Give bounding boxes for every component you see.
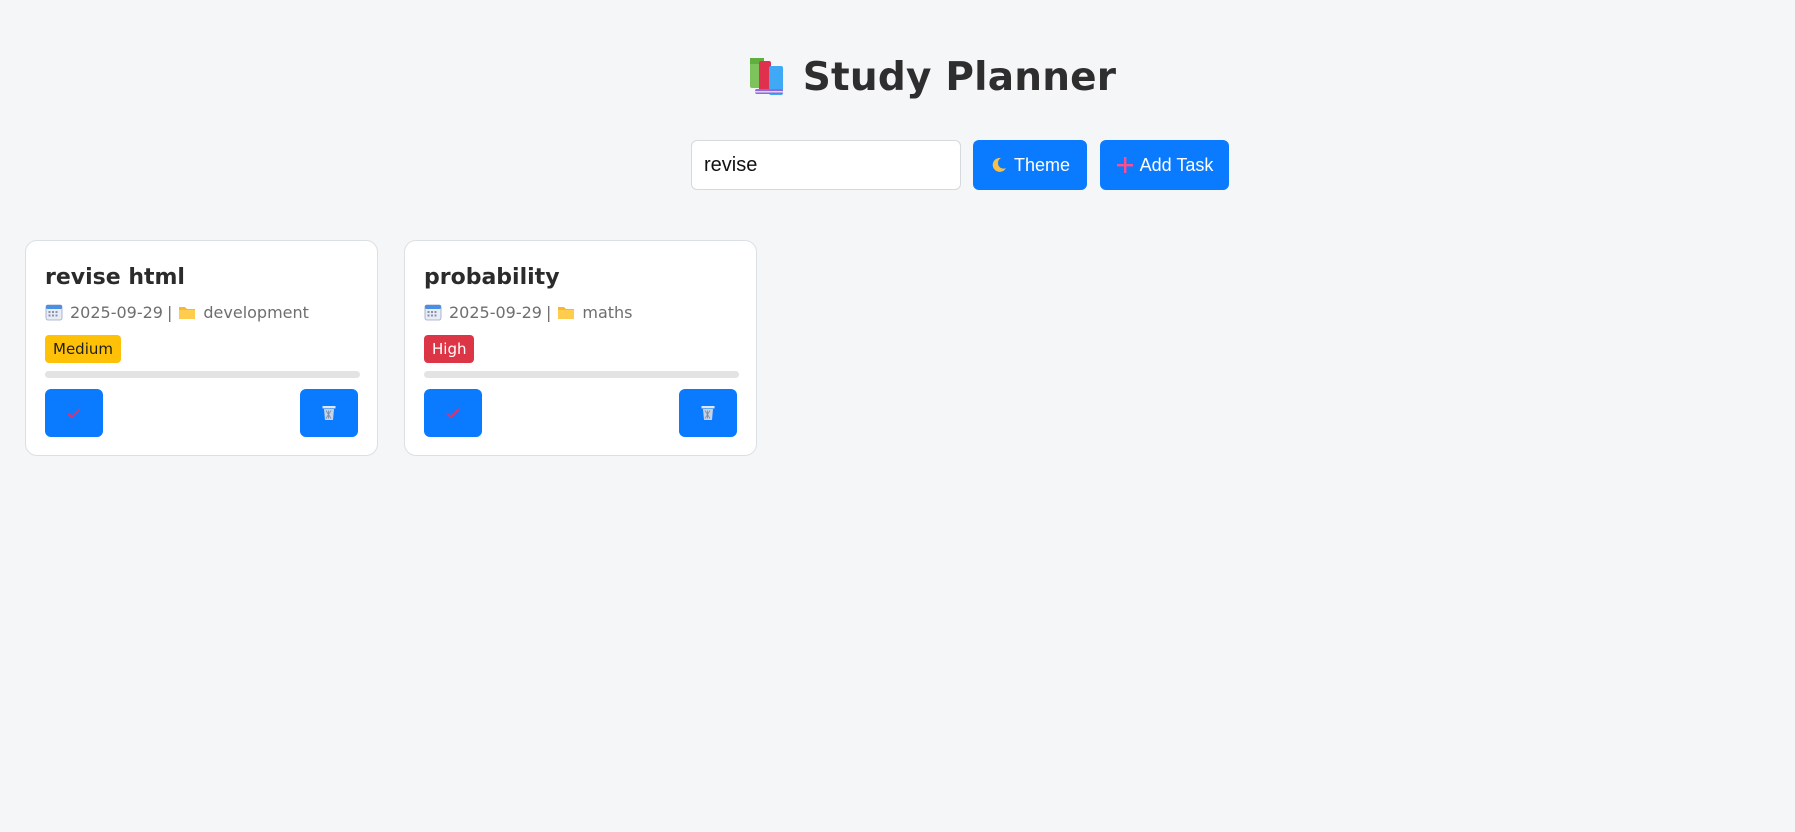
task-actions <box>45 389 358 437</box>
task-actions <box>424 389 737 437</box>
progress-bar <box>424 371 739 378</box>
task-card: probability 2025-09-29 | maths High <box>404 240 757 456</box>
toolbar: Theme Add Task <box>691 140 1229 190</box>
task-title: probability <box>424 265 560 290</box>
delete-button[interactable] <box>300 389 358 437</box>
task-date: 2025-09-29 <box>449 302 542 322</box>
task-category: maths <box>582 302 633 322</box>
trash-icon <box>701 406 715 420</box>
theme-button-label: Theme <box>1013 154 1071 175</box>
check-icon <box>67 408 81 419</box>
task-date: 2025-09-29 <box>70 302 163 322</box>
calendar-icon <box>45 304 63 321</box>
meta-separator: | <box>545 302 552 322</box>
task-title: revise html <box>45 265 185 290</box>
add-task-button-label: Add Task <box>1139 154 1214 175</box>
header-inner: Study Planner <box>745 55 1117 100</box>
task-meta: 2025-09-29 | maths <box>424 301 737 323</box>
folder-icon <box>558 307 575 319</box>
task-card: revise html 2025-09-29 | development Med… <box>25 240 378 456</box>
task-category: development <box>203 302 309 322</box>
task-list: revise html 2025-09-29 | development Med… <box>25 240 757 456</box>
priority-badge: Medium <box>45 335 121 363</box>
search-input[interactable] <box>691 140 961 190</box>
header: Study Planner <box>0 48 1795 106</box>
plus-icon <box>1116 156 1134 174</box>
trash-icon <box>322 406 336 420</box>
meta-separator: | <box>166 302 173 322</box>
progress-bar <box>45 371 360 378</box>
calendar-icon <box>424 304 442 321</box>
complete-button[interactable] <box>424 389 482 437</box>
moon-icon <box>990 156 1008 174</box>
theme-button[interactable]: Theme <box>973 140 1087 190</box>
add-task-button[interactable]: Add Task <box>1100 140 1229 190</box>
complete-button[interactable] <box>45 389 103 437</box>
check-icon <box>446 408 460 419</box>
folder-icon <box>179 307 196 319</box>
page-title: Study Planner <box>802 54 1117 100</box>
priority-badge: High <box>424 335 475 363</box>
delete-button[interactable] <box>679 389 737 437</box>
task-meta: 2025-09-29 | development <box>45 301 358 323</box>
books-icon <box>749 58 783 95</box>
